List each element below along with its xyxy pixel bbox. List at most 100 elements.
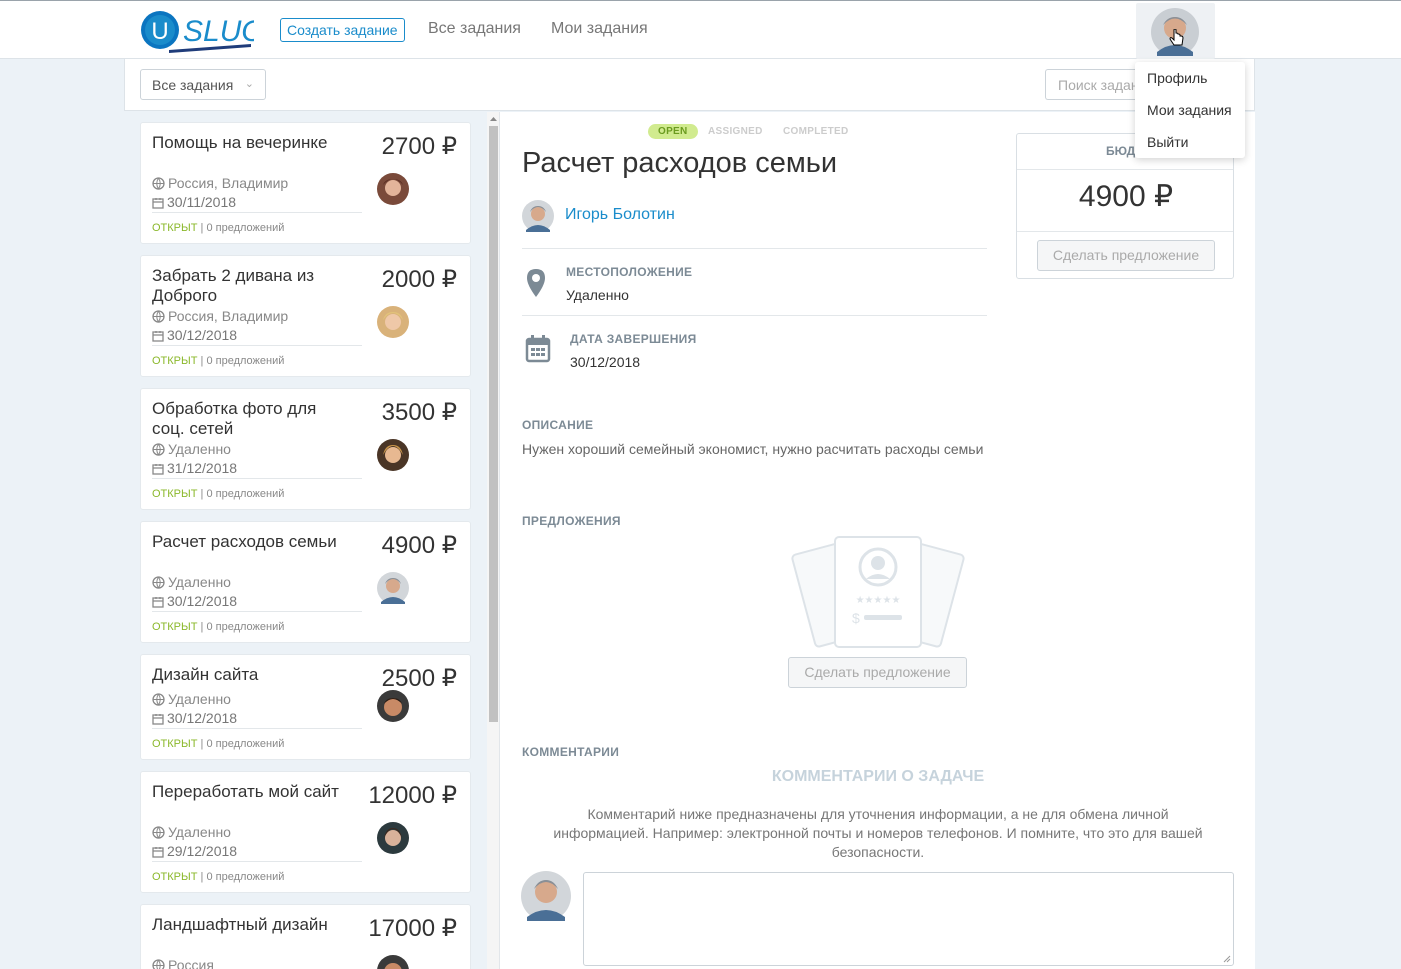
globe-icon bbox=[152, 693, 165, 706]
calendar-icon bbox=[525, 335, 551, 363]
user-menu-toggle[interactable] bbox=[1136, 3, 1215, 59]
task-card[interactable]: Обработка фото для соц. сетей 3500 ₽ Уда… bbox=[140, 388, 471, 510]
avatar bbox=[377, 439, 409, 471]
divider bbox=[1017, 169, 1233, 170]
chevron-down-icon: ⌄ bbox=[244, 78, 254, 90]
task-title: Забрать 2 дивана из Доброго bbox=[152, 266, 315, 305]
top-header: U SLUG Создать задание Все задания Мои з… bbox=[0, 0, 1401, 59]
avatar bbox=[377, 690, 409, 722]
nav-all-tasks[interactable]: Все задания bbox=[428, 20, 521, 38]
avatar bbox=[377, 173, 409, 205]
menu-item-my-tasks[interactable]: Мои задания bbox=[1147, 102, 1232, 118]
user-dropdown-menu: Профиль Мои задания Выйти bbox=[1135, 62, 1245, 158]
task-title: Ландшафтный дизайн bbox=[152, 915, 328, 934]
task-price: 17000 ₽ bbox=[368, 915, 457, 942]
task-title: Обработка фото для соц. сетей bbox=[152, 399, 317, 438]
task-title: Переработать мой сайт bbox=[152, 782, 339, 801]
avatar bbox=[377, 572, 409, 604]
task-location: Удаленно bbox=[152, 691, 231, 707]
budget-make-offer-button[interactable]: Сделать предложение bbox=[1037, 240, 1215, 271]
comments-note: Комментарий ниже предназначены для уточн… bbox=[553, 806, 1203, 860]
avatar bbox=[377, 306, 409, 338]
task-title: Помощь на вечеринке bbox=[152, 133, 328, 152]
task-status: ОТКРЫТ | 0 предложений bbox=[152, 738, 285, 750]
status-step-open: OPEN bbox=[648, 124, 698, 139]
globe-icon bbox=[152, 959, 165, 969]
make-offer-button[interactable]: Сделать предложение bbox=[788, 657, 967, 688]
task-card[interactable]: Ландшафтный дизайн 17000 ₽ Россия bbox=[140, 904, 471, 969]
globe-icon bbox=[152, 576, 165, 589]
task-detail-panel: OPEN ASSIGNED COMPLETED Расчет расходов … bbox=[500, 112, 1255, 969]
svg-text:$: $ bbox=[852, 610, 860, 626]
filter-bar: Все задания ⌄ Поиск задан bbox=[124, 59, 1255, 111]
due-date-value: 30/12/2018 bbox=[570, 354, 641, 370]
menu-item-logout[interactable]: Выйти bbox=[1147, 134, 1188, 150]
task-card[interactable]: Забрать 2 дивана из Доброго 2000 ₽ Росси… bbox=[140, 255, 471, 377]
divider bbox=[152, 345, 362, 346]
task-filter-select[interactable]: Все задания ⌄ bbox=[140, 69, 266, 100]
budget-amount: 4900 ₽ bbox=[1078, 180, 1174, 213]
scroll-up-arrow-icon[interactable] bbox=[489, 115, 498, 123]
filter-value: Все задания bbox=[152, 77, 234, 93]
comment-textarea[interactable] bbox=[583, 872, 1234, 966]
task-card[interactable]: Помощь на вечеринке 2700 ₽ Россия, Влади… bbox=[140, 122, 471, 244]
task-date: 30/12/2018 bbox=[152, 710, 237, 726]
nav-my-tasks[interactable]: Мои задания bbox=[551, 20, 648, 38]
menu-item-profile[interactable]: Профиль bbox=[1147, 70, 1207, 86]
map-pin-icon bbox=[527, 269, 545, 297]
task-price: 2000 ₽ bbox=[381, 266, 457, 293]
task-price: 3500 ₽ bbox=[381, 399, 457, 426]
divider bbox=[522, 248, 987, 249]
task-date: 30/11/2018 bbox=[152, 194, 236, 210]
divider bbox=[152, 611, 362, 612]
task-location: Россия, Владимир bbox=[152, 175, 288, 191]
task-price: 4900 ₽ bbox=[381, 532, 457, 559]
task-date: 29/12/2018 bbox=[152, 843, 237, 859]
avatar bbox=[377, 822, 409, 854]
resize-handle-icon[interactable] bbox=[1222, 954, 1231, 963]
calendar-icon bbox=[152, 847, 164, 858]
calendar-icon bbox=[152, 331, 164, 342]
hand-cursor-icon bbox=[1169, 29, 1184, 46]
scrollbar-thumb[interactable] bbox=[489, 126, 498, 722]
create-task-button[interactable]: Создать задание bbox=[280, 18, 405, 42]
task-location: Удаленно bbox=[152, 824, 231, 840]
task-price: 2500 ₽ bbox=[381, 665, 457, 692]
commenter-avatar bbox=[521, 871, 571, 921]
task-card[interactable]: Дизайн сайта 2500 ₽ Удаленно 30/12/2018 … bbox=[140, 654, 471, 760]
divider bbox=[152, 728, 362, 729]
task-location: Россия bbox=[152, 957, 214, 969]
status-step-assigned: ASSIGNED bbox=[708, 126, 763, 137]
description-label: ОПИСАНИЕ bbox=[522, 418, 594, 432]
divider bbox=[522, 315, 987, 316]
globe-icon bbox=[152, 310, 165, 323]
task-price: 2700 ₽ bbox=[381, 133, 457, 160]
calendar-icon bbox=[152, 714, 164, 725]
location-value: Удаленно bbox=[566, 287, 629, 303]
task-status: ОТКРЫТ | 0 предложений bbox=[152, 355, 285, 367]
task-date: 30/12/2018 bbox=[152, 593, 237, 609]
task-list-scrollbar[interactable] bbox=[487, 112, 500, 969]
task-price: 12000 ₽ bbox=[368, 782, 457, 809]
task-location: Удаленно bbox=[152, 574, 231, 590]
calendar-icon bbox=[152, 198, 164, 209]
offers-empty-illustration-icon: ★★★★★ $ bbox=[791, 536, 965, 648]
calendar-icon bbox=[152, 464, 164, 475]
task-card[interactable]: Переработать мой сайт 12000 ₽ Удаленно 2… bbox=[140, 771, 471, 893]
divider bbox=[152, 212, 362, 213]
svg-text:SLUG: SLUG bbox=[183, 15, 254, 48]
author-avatar[interactable] bbox=[522, 200, 554, 232]
due-date-label: ДАТА ЗАВЕРШЕНИЯ bbox=[570, 332, 697, 346]
task-card[interactable]: Расчет расходов семьи 4900 ₽ Удаленно 30… bbox=[140, 521, 471, 643]
task-location: Удаленно bbox=[152, 441, 231, 457]
location-label: МЕСТОПОЛОЖЕНИЕ bbox=[566, 265, 693, 279]
divider bbox=[1017, 231, 1233, 232]
globe-icon bbox=[152, 177, 165, 190]
task-date: 30/12/2018 bbox=[152, 327, 237, 343]
task-status: ОТКРЫТ | 0 предложений bbox=[152, 222, 285, 234]
author-name-link[interactable]: Игорь Болотин bbox=[565, 206, 675, 224]
uslug-logo[interactable]: U SLUG bbox=[139, 8, 265, 54]
status-step-completed: COMPLETED bbox=[783, 126, 849, 137]
task-status: ОТКРЫТ | 0 предложений bbox=[152, 621, 285, 633]
task-title: Дизайн сайта bbox=[152, 665, 259, 684]
